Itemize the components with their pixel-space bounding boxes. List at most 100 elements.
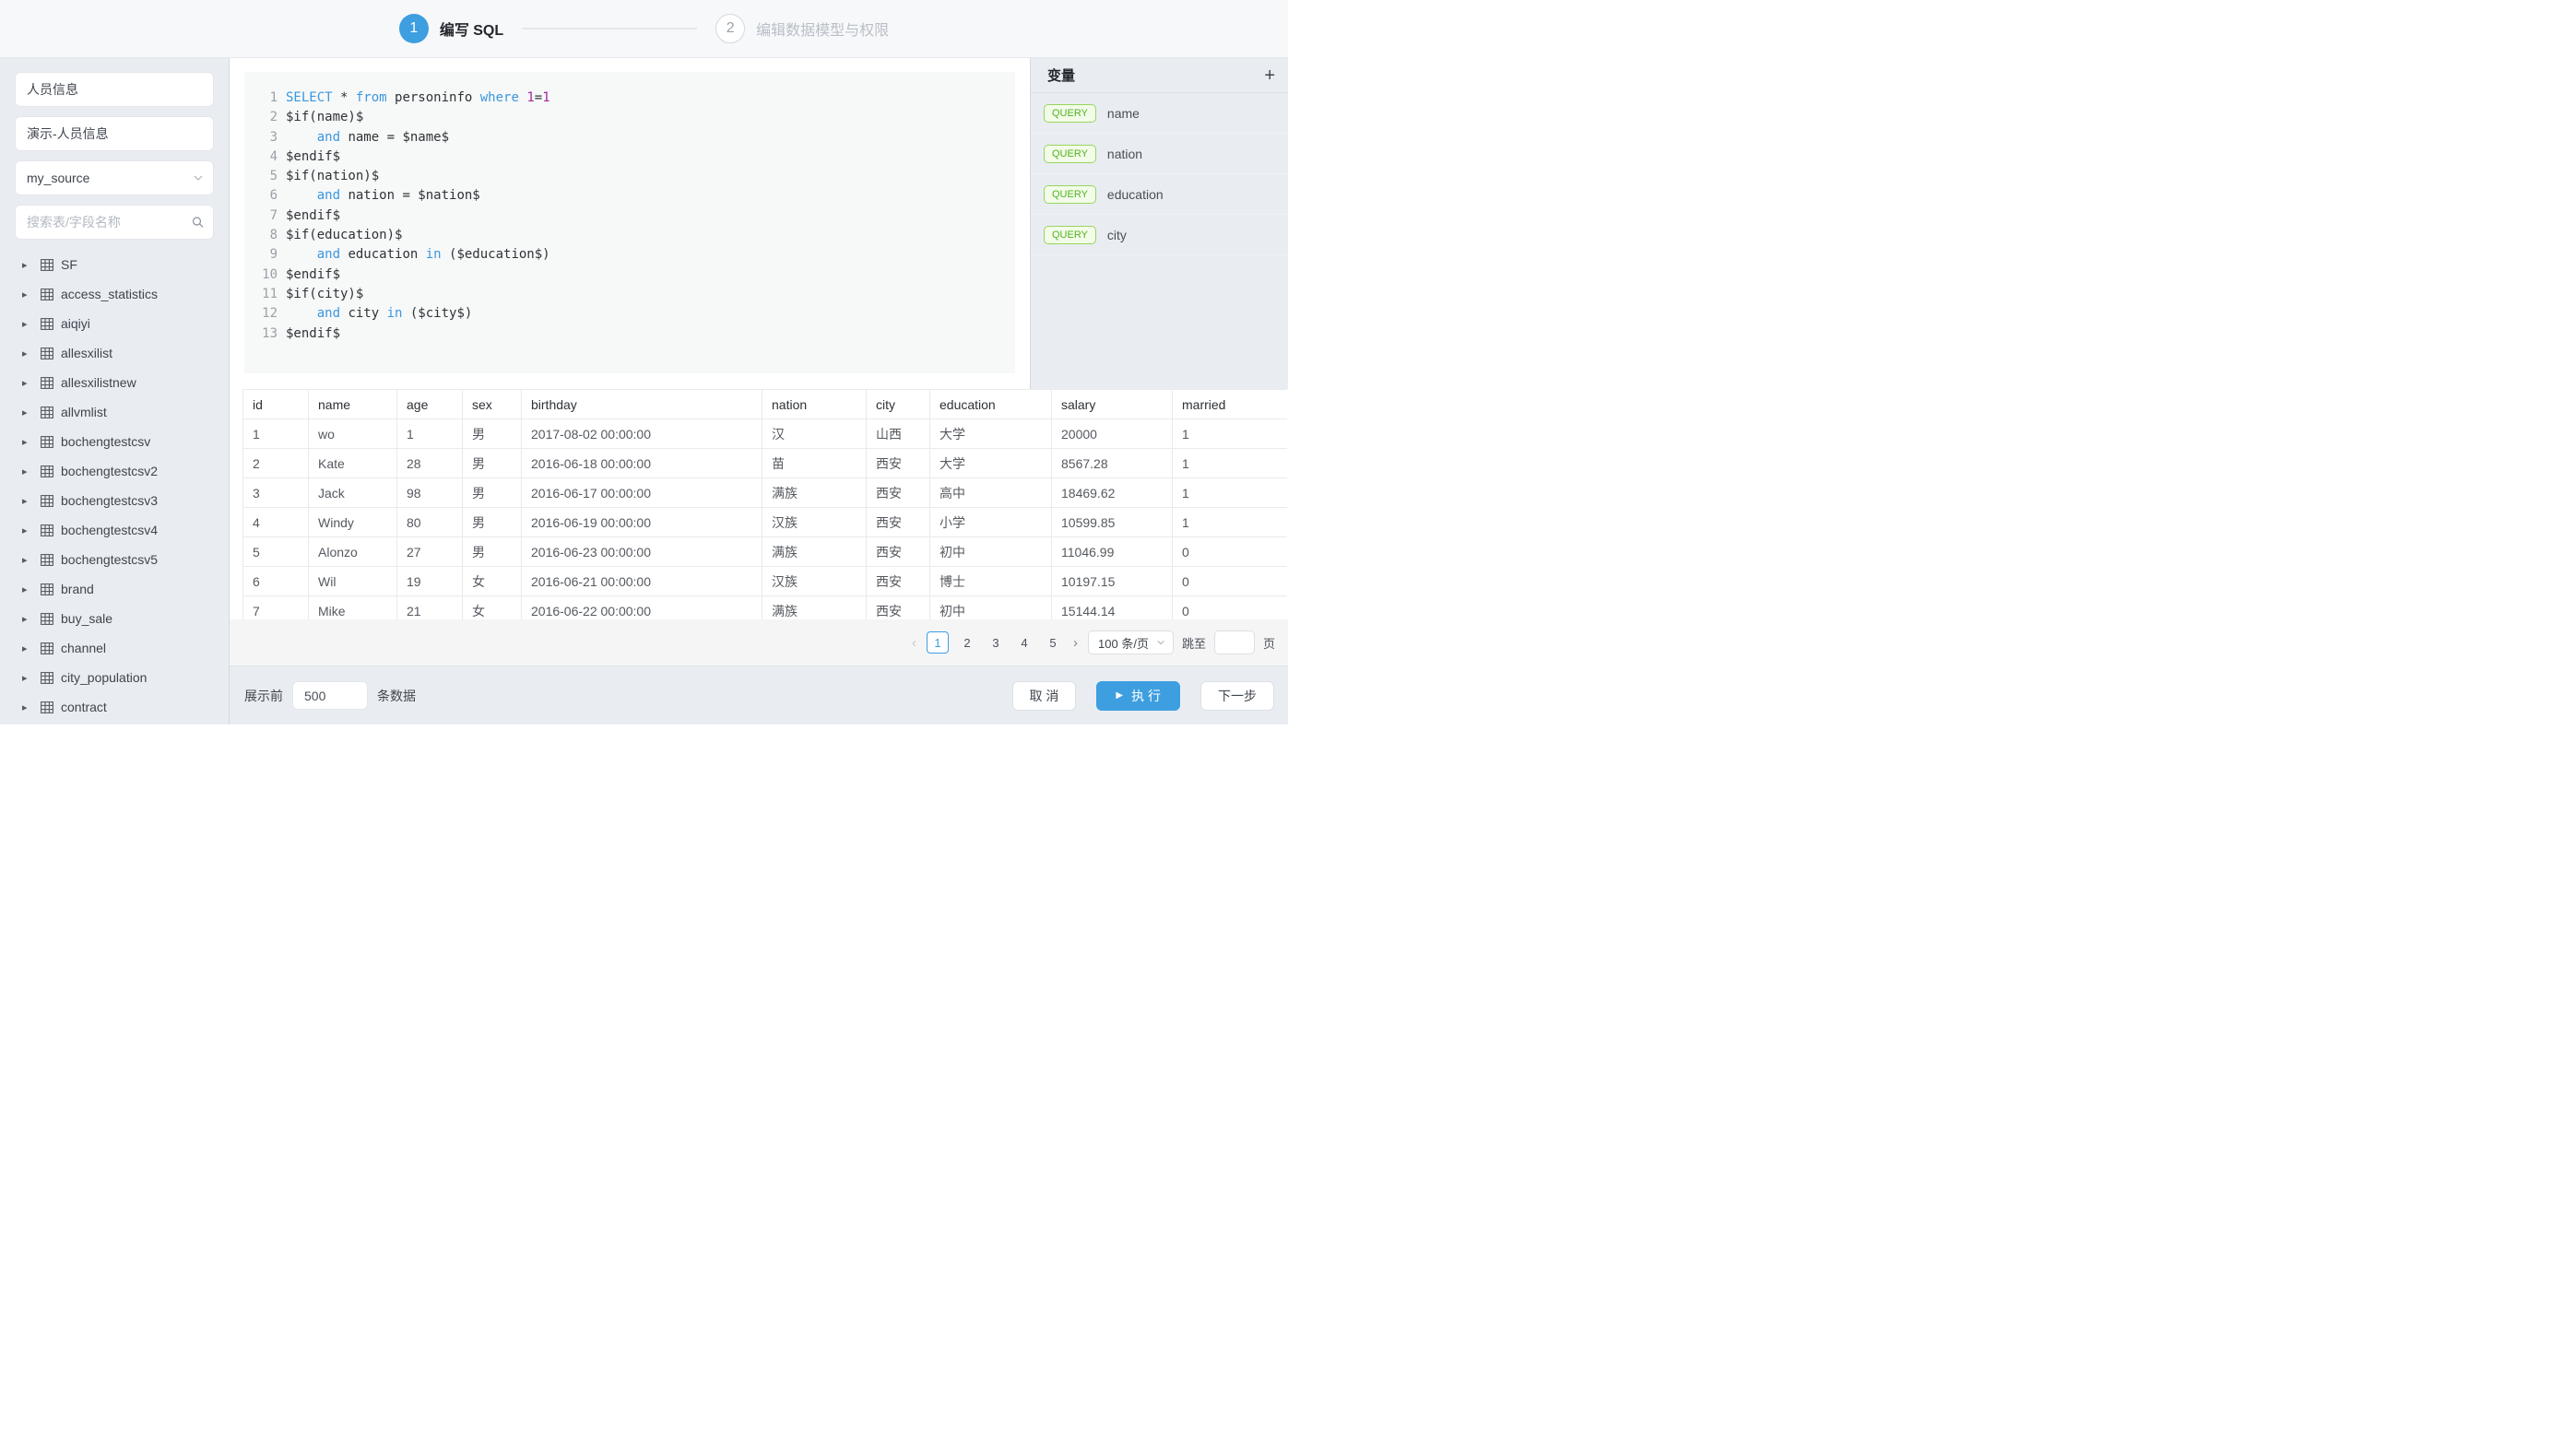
query-tag: QUERY <box>1044 226 1096 244</box>
table-cell: 2016-06-19 00:00:00 <box>522 508 762 537</box>
results-header-row: idnameagesexbirthdaynationcityeducations… <box>243 390 1288 419</box>
step-2-circle: 2 <box>715 14 745 43</box>
stepper-header: 1 编写 SQL 2 编辑数据模型与权限 <box>0 0 1288 58</box>
table-cell: 1 <box>1173 508 1288 537</box>
row-limit-input[interactable] <box>292 681 368 710</box>
table-tree-item-contract[interactable]: ▸ contract <box>0 692 229 722</box>
table-tree-item-allesxilistnew[interactable]: ▸allesxilistnew <box>0 368 229 397</box>
variable-row-education[interactable]: QUERYeducation <box>1031 174 1288 215</box>
caret-right-icon[interactable]: ▸ <box>22 259 41 271</box>
caret-right-icon[interactable]: ▸ <box>22 406 41 418</box>
table-cell: 19 <box>397 567 463 596</box>
table-cell: 男 <box>463 508 522 537</box>
table-grid-icon <box>41 524 53 536</box>
table-search-input[interactable] <box>27 215 202 230</box>
table-cell: 满族 <box>762 537 867 567</box>
table-tree-item-city_population[interactable]: ▸ city_population <box>0 663 229 692</box>
caret-right-icon[interactable]: ▸ <box>22 465 41 477</box>
table-grid-icon <box>41 348 53 359</box>
variable-name: city <box>1107 228 1127 242</box>
table-tree-item-bochengtestcsv4[interactable]: ▸ bochengtestcsv4 <box>0 515 229 545</box>
table-tree-item-allvmlist[interactable]: ▸ allvmlist <box>0 397 229 427</box>
table-name-label: bochengtestcsv2 <box>61 464 158 478</box>
code-line-10: 10$endif$ <box>257 265 1015 285</box>
page-size-select[interactable]: 100 条/页 <box>1088 630 1174 654</box>
page-number-1[interactable]: 1 <box>927 631 949 654</box>
table-tree-item-buy_sale[interactable]: ▸buy_sale <box>0 604 229 633</box>
table-row: 3Jack98男2016-06-17 00:00:00满族西安高中18469.6… <box>243 478 1288 508</box>
caret-right-icon[interactable]: ▸ <box>22 672 41 684</box>
table-tree-item-bochengtestcsv2[interactable]: ▸ bochengtestcsv2 <box>0 456 229 486</box>
table-cell: 0 <box>1173 596 1288 620</box>
table-tree-item-bochengtestcsv[interactable]: ▸bochengtestcsv <box>0 427 229 456</box>
table-cell: 4 <box>243 508 309 537</box>
code-line-6: 6 and nation = $nation$ <box>257 186 1015 206</box>
table-name-label: contract <box>61 700 107 714</box>
dataset-name-input[interactable] <box>27 82 202 97</box>
variable-row-nation[interactable]: QUERYnation <box>1031 134 1288 174</box>
table-name-label: city_population <box>61 670 147 685</box>
table-cell: 1 <box>243 419 309 449</box>
caret-right-icon[interactable]: ▸ <box>22 583 41 595</box>
jump-to-page-input[interactable] <box>1214 630 1255 654</box>
table-cell: Mike <box>309 596 397 620</box>
table-tree-item-access_statistics[interactable]: ▸access_statistics <box>0 279 229 309</box>
next-step-button[interactable]: 下一步 <box>1200 681 1274 711</box>
variables-list: QUERYnameQUERYnationQUERYeducationQUERYc… <box>1031 93 1288 255</box>
caret-right-icon[interactable]: ▸ <box>22 524 41 536</box>
table-name-label: allvmlist <box>61 405 107 419</box>
add-variable-button[interactable]: + <box>1264 66 1275 85</box>
table-name-label: brand <box>61 582 94 596</box>
caret-right-icon[interactable]: ▸ <box>22 495 41 507</box>
variables-title: 变量 <box>1047 65 1075 85</box>
next-page-button[interactable]: › <box>1071 635 1080 651</box>
table-cell: 7 <box>243 596 309 620</box>
table-grid-icon <box>41 583 53 595</box>
sql-code-editor[interactable]: 1SELECT * from personinfo where 1=12$if(… <box>244 72 1015 373</box>
table-tree-item-bochengtestcsv3[interactable]: ▸bochengtestcsv3 <box>0 486 229 515</box>
caret-right-icon[interactable]: ▸ <box>22 701 41 713</box>
caret-right-icon[interactable]: ▸ <box>22 642 41 654</box>
table-tree-item-brand[interactable]: ▸ brand <box>0 574 229 604</box>
table-cell: 2016-06-21 00:00:00 <box>522 567 762 596</box>
page-number-4[interactable]: 4 <box>1014 631 1034 654</box>
table-tree-item-channel[interactable]: ▸channel <box>0 633 229 663</box>
table-tree-item-allesxilist[interactable]: ▸allesxilist <box>0 338 229 368</box>
caret-right-icon[interactable]: ▸ <box>22 348 41 359</box>
prev-page-button[interactable]: ‹ <box>910 635 918 651</box>
table-cell: 男 <box>463 478 522 508</box>
caret-right-icon[interactable]: ▸ <box>22 377 41 389</box>
variable-row-name[interactable]: QUERYname <box>1031 93 1288 134</box>
cancel-button[interactable]: 取 消 <box>1012 681 1077 711</box>
caret-right-icon[interactable]: ▸ <box>22 554 41 566</box>
table-grid-icon <box>41 318 53 330</box>
dataset-display-name-input[interactable] <box>27 126 202 141</box>
table-grid-icon <box>41 642 53 654</box>
column-header-nation: nation <box>762 390 867 419</box>
table-cell: 汉 <box>762 419 867 449</box>
page-number-2[interactable]: 2 <box>957 631 977 654</box>
table-tree-item-bochengtestcsv5[interactable]: ▸bochengtestcsv5 <box>0 545 229 574</box>
table-cell: wo <box>309 419 397 449</box>
table-tree-item-aiqiyi[interactable]: ▸aiqiyi <box>0 309 229 338</box>
dataset-name-field-wrap <box>15 72 214 107</box>
query-tag: QUERY <box>1044 104 1096 123</box>
datasource-select[interactable]: my_source <box>15 160 214 195</box>
page-number-3[interactable]: 3 <box>986 631 1006 654</box>
table-cell: 80 <box>397 508 463 537</box>
table-tree-item-SF[interactable]: ▸SF <box>0 250 229 279</box>
table-name-label: bochengtestcsv4 <box>61 523 158 537</box>
caret-right-icon[interactable]: ▸ <box>22 613 41 625</box>
caret-right-icon[interactable]: ▸ <box>22 318 41 330</box>
table-cell: 2016-06-23 00:00:00 <box>522 537 762 567</box>
page-number-list: 12345 <box>927 631 1063 654</box>
sql-section: 1SELECT * from personinfo where 1=12$if(… <box>230 58 1288 389</box>
variable-name: education <box>1107 187 1164 202</box>
caret-right-icon[interactable]: ▸ <box>22 436 41 448</box>
caret-right-icon[interactable]: ▸ <box>22 289 41 300</box>
code-line-9: 9 and education in ($education$) <box>257 245 1015 265</box>
variable-row-city[interactable]: QUERY city <box>1031 215 1288 255</box>
page-number-5[interactable]: 5 <box>1043 631 1063 654</box>
table-grid-icon <box>41 289 53 300</box>
run-button[interactable]: ▶ 执 行 <box>1096 681 1180 711</box>
